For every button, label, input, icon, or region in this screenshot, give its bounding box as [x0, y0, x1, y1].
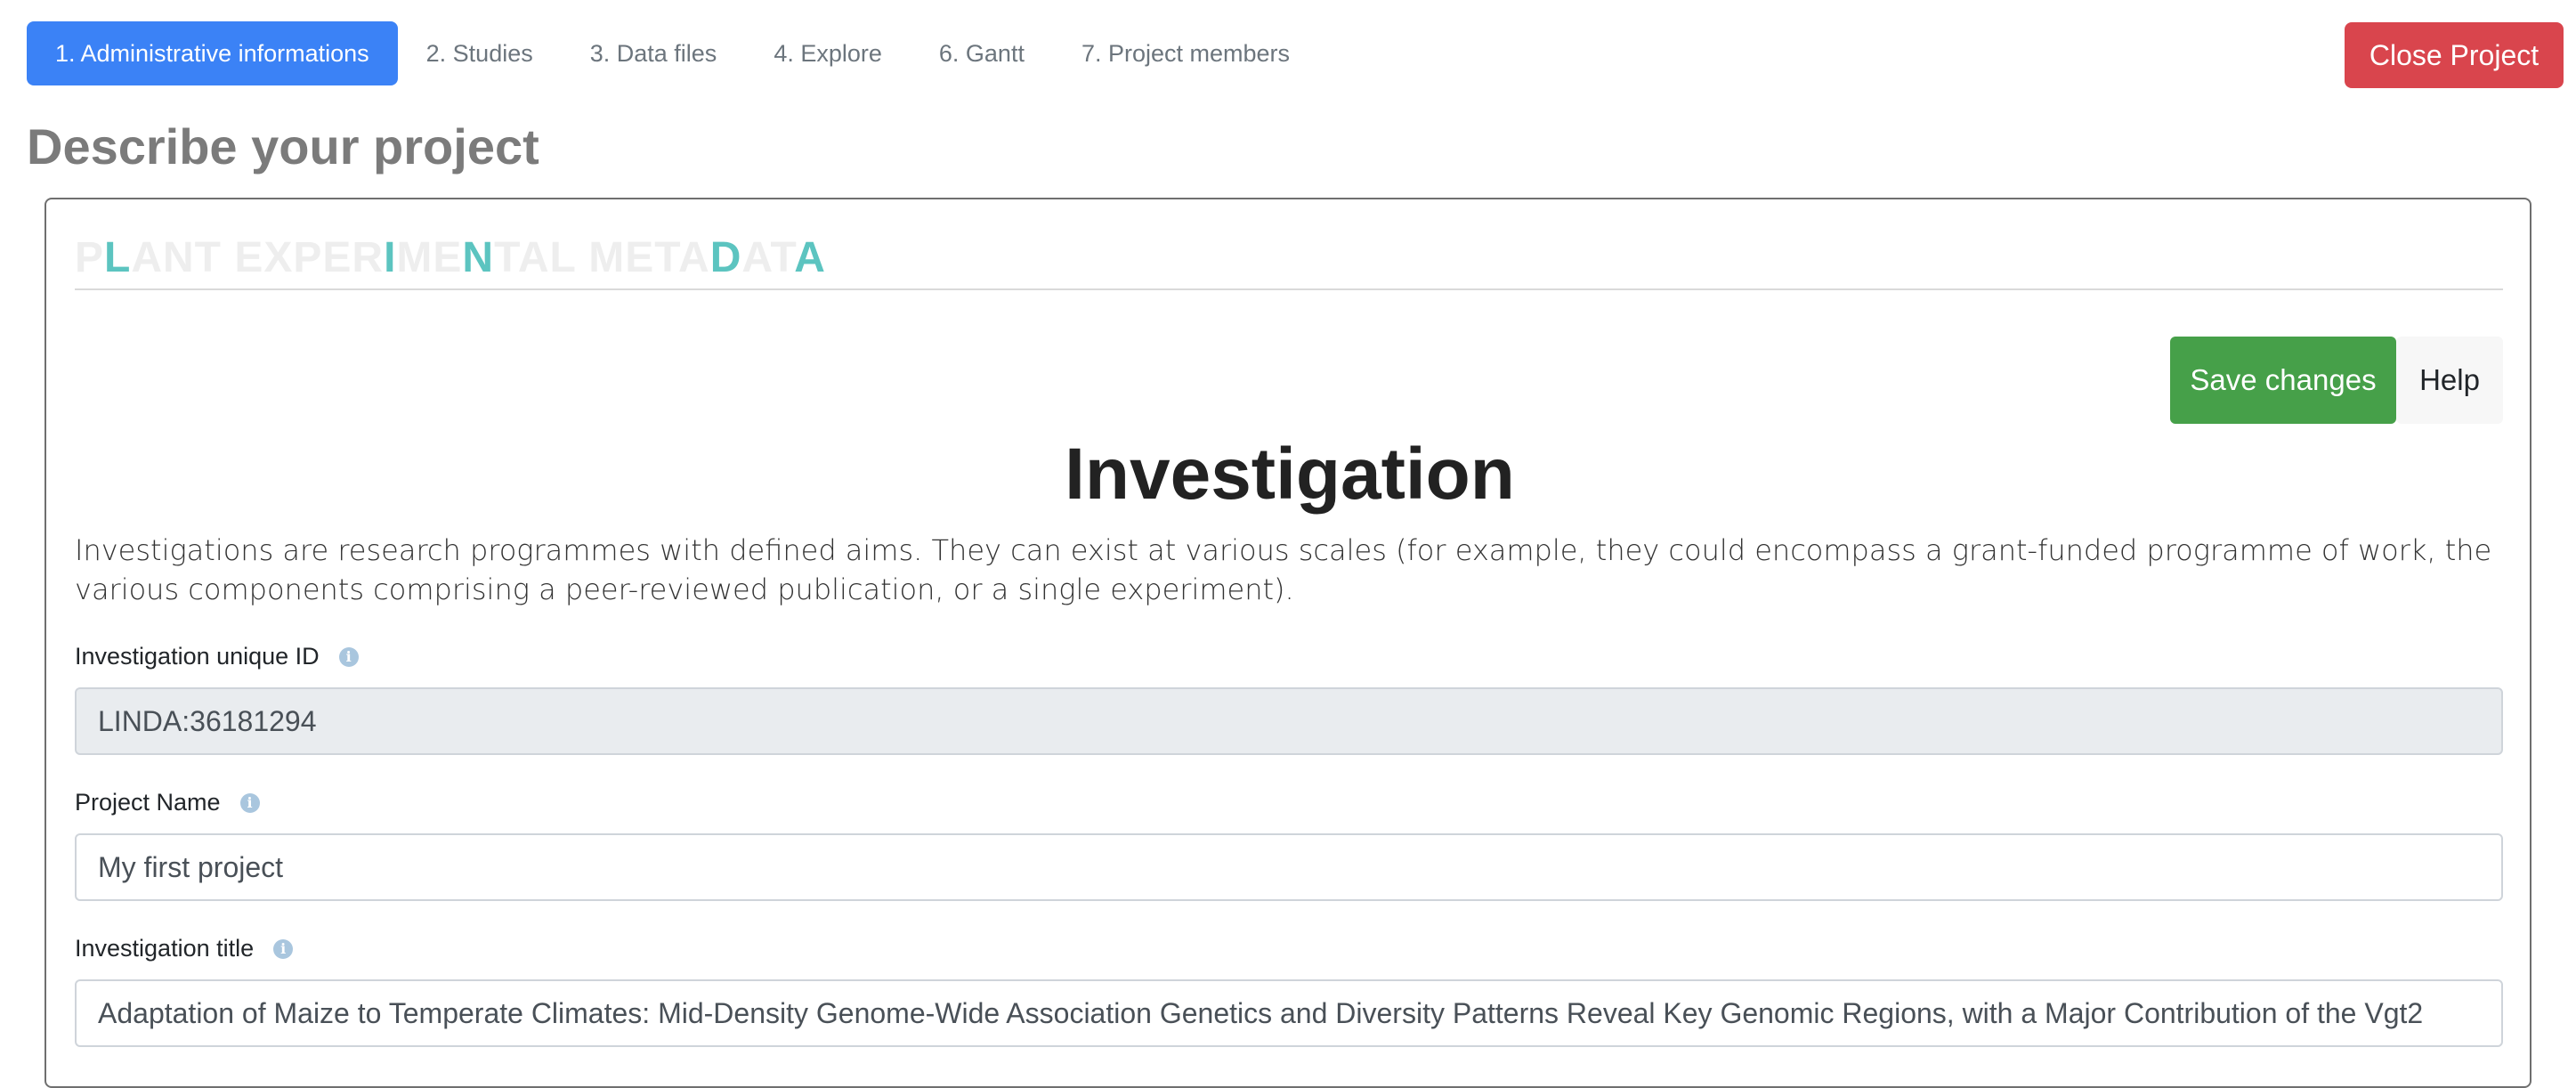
logo-part: I — [384, 234, 397, 281]
logo-part: N — [462, 234, 495, 281]
logo-part: D — [709, 234, 742, 281]
save-changes-button[interactable]: Save changes — [2170, 337, 2396, 424]
project-name-label-text: Project Name — [75, 789, 221, 816]
logo-part: AT — [741, 234, 795, 281]
unique-id-field[interactable]: LINDA:36181294 — [75, 687, 2503, 755]
tab-explore[interactable]: 4. Explore — [745, 21, 911, 85]
tab-administrative-informations[interactable]: 1. Administrative informations — [27, 21, 398, 85]
tab-data-files[interactable]: 3. Data files — [562, 21, 746, 85]
logo-part: P — [75, 234, 105, 281]
info-icon[interactable]: i — [338, 646, 359, 667]
close-project-button[interactable]: Close Project — [2345, 22, 2564, 88]
tab-project-members[interactable]: 7. Project members — [1053, 21, 1318, 85]
investigation-title-label-text: Investigation title — [75, 935, 255, 962]
page-title: Describe your project — [27, 118, 539, 175]
tab-studies[interactable]: 2. Studies — [398, 21, 562, 85]
unique-id-label: Investigation unique ID i — [75, 643, 359, 670]
section-description: Investigations are research programmes w… — [75, 533, 2492, 606]
logo-part: ANT EXPER — [131, 234, 385, 281]
investigation-title-label: Investigation title i — [75, 935, 294, 962]
app-logo: PLANT EXPERIMENTAL METADATA — [75, 233, 826, 282]
investigation-title-field[interactable]: Adaptation of Maize to Temperate Climate… — [75, 979, 2503, 1047]
info-icon[interactable]: i — [239, 792, 260, 813]
unique-id-label-text: Investigation unique ID — [75, 643, 320, 670]
logo-part: TAL META — [494, 234, 710, 281]
project-name-label: Project Name i — [75, 789, 260, 816]
top-navigation: 1. Administrative informations 2. Studie… — [0, 0, 2576, 116]
project-name-field[interactable]: My first project — [75, 833, 2503, 901]
help-button[interactable]: Help — [2396, 337, 2503, 424]
section-title: Investigation — [1065, 434, 1515, 515]
logo-part: A — [794, 234, 826, 281]
step-tabs: 1. Administrative informations 2. Studie… — [27, 21, 1318, 85]
investigation-card: PLANT EXPERIMENTAL METADATA Save changes… — [45, 198, 2531, 1088]
info-icon[interactable]: i — [273, 938, 294, 959]
logo-part: L — [104, 234, 132, 281]
tab-gantt[interactable]: 6. Gantt — [911, 21, 1053, 85]
logo-divider — [75, 288, 2503, 290]
logo-part: ME — [396, 234, 463, 281]
